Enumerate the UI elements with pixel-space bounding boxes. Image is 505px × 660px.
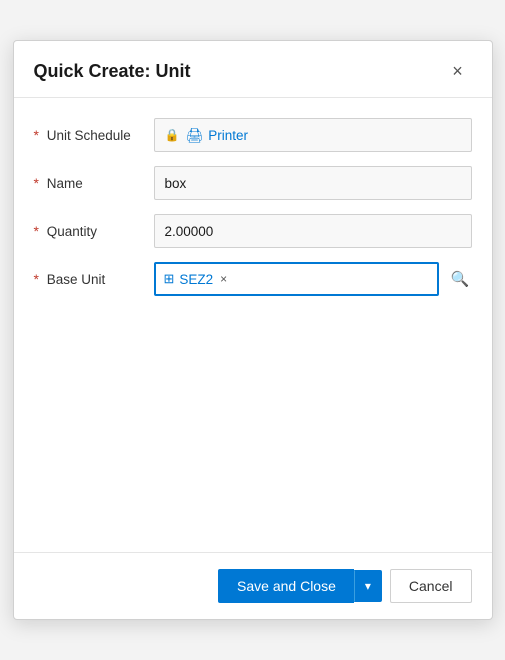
dialog-body: * Unit Schedule 🔒 🖨 Printer * Name [14,98,492,552]
quick-create-dialog: Quick Create: Unit × * Unit Schedule 🔒 🖨… [13,40,493,620]
required-star: * [34,223,39,239]
save-dropdown-button[interactable]: ▾ [354,570,382,602]
name-row: * Name [34,166,472,200]
dialog-footer: Save and Close ▾ Cancel [14,552,492,619]
close-button[interactable]: × [444,57,472,85]
search-icon: 🔍 [451,271,470,288]
unit-schedule-row: * Unit Schedule 🔒 🖨 Printer [34,118,472,152]
printer-link[interactable]: 🖨 Printer [185,127,248,144]
printer-icon: 🖨 [185,127,203,144]
dialog-title: Quick Create: Unit [34,61,191,82]
save-and-close-button[interactable]: Save and Close [218,569,354,603]
base-unit-label: * Base Unit [34,271,154,287]
base-unit-row: * Base Unit ⊞ SEZ2 × 🔍 [34,262,472,296]
name-input[interactable] [165,176,461,191]
cancel-button[interactable]: Cancel [390,569,472,603]
lock-icon: 🔒 [165,128,180,142]
base-unit-field[interactable]: ⊞ SEZ2 × [154,262,439,296]
quantity-label: * Quantity [34,223,154,239]
name-label: * Name [34,175,154,191]
required-star: * [34,175,39,191]
base-unit-search-button[interactable]: 🔍 [449,270,472,288]
chevron-down-icon: ▾ [365,579,371,593]
required-star: * [34,271,39,287]
close-icon: × [452,61,463,82]
base-unit-tag[interactable]: SEZ2 [179,272,213,287]
required-star: * [34,127,39,143]
base-unit-inner: ⊞ SEZ2 × [164,271,429,287]
remove-base-unit-button[interactable]: × [218,273,229,285]
base-unit-wrapper: ⊞ SEZ2 × 🔍 [154,262,472,296]
dialog-header: Quick Create: Unit × [14,41,492,98]
quantity-input[interactable] [165,224,461,239]
unit-icon: ⊞ [164,271,175,287]
quantity-row: * Quantity [34,214,472,248]
name-field[interactable] [154,166,472,200]
quantity-field[interactable] [154,214,472,248]
unit-schedule-label: * Unit Schedule [34,127,154,143]
unit-schedule-field: 🔒 🖨 Printer [154,118,472,152]
